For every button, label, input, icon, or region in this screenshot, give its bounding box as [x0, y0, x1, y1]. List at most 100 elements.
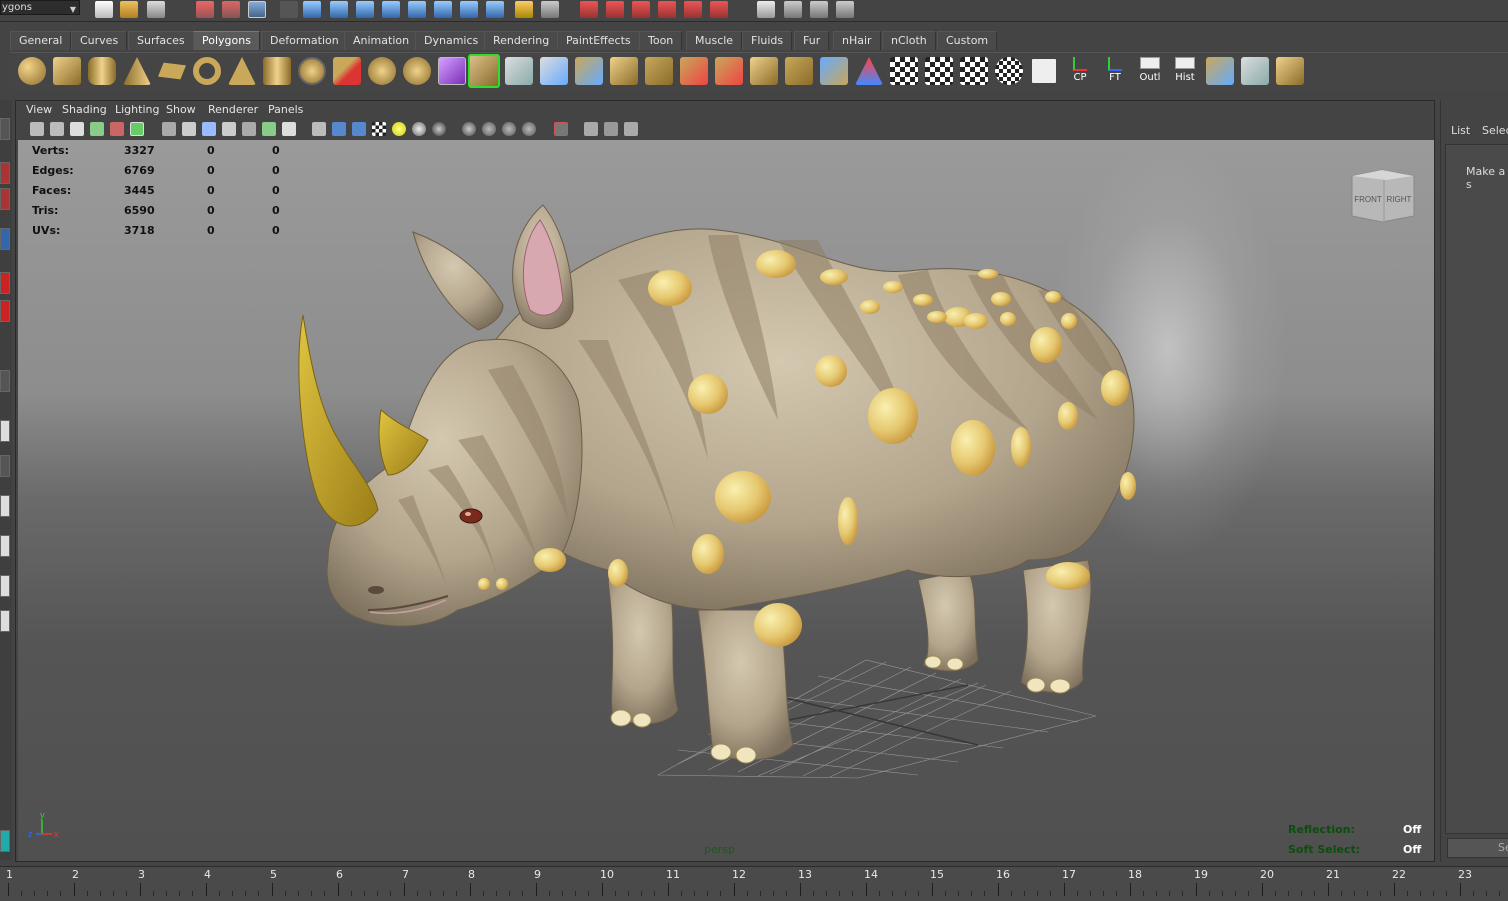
render-current-icon[interactable] — [784, 1, 802, 18]
ipr-render-icon[interactable] — [810, 1, 828, 18]
menu-panels[interactable]: Panels — [268, 103, 303, 116]
menu-lighting[interactable]: Lighting — [115, 103, 159, 116]
snap-uv-icon[interactable] — [1276, 57, 1304, 85]
help-question-icon[interactable] — [486, 1, 504, 18]
select-component-icon[interactable] — [248, 1, 266, 18]
poly-cube-icon[interactable] — [53, 57, 81, 85]
uv-texture-editor-icon[interactable] — [1030, 57, 1058, 85]
poly-cone-icon[interactable] — [123, 57, 151, 85]
planar-mapping-icon[interactable] — [890, 57, 918, 85]
snap-curve-icon[interactable] — [606, 1, 624, 18]
grease-pencil-icon[interactable] — [110, 122, 124, 136]
tab-polygons[interactable]: Polygons — [193, 31, 260, 50]
bookmark-icon[interactable] — [70, 122, 84, 136]
magnet-icon[interactable] — [710, 1, 728, 18]
poly-plane-icon[interactable] — [158, 62, 186, 80]
bevel-icon[interactable] — [750, 57, 778, 85]
isolate-select-icon[interactable] — [554, 122, 568, 136]
transfer-attributes-icon[interactable] — [1206, 57, 1234, 85]
extrude-icon[interactable] — [468, 54, 500, 88]
poly-pyramid-icon[interactable] — [228, 57, 256, 85]
resolution-gate-icon[interactable] — [202, 122, 216, 136]
poly-soccer-ball-icon[interactable] — [298, 57, 326, 85]
menu-list[interactable]: List — [1451, 124, 1470, 137]
pick-dynamics-icon[interactable] — [434, 1, 452, 18]
viewport-persp[interactable]: Verts: 3327 0 0 Edges: 6769 0 0 Faces: 3… — [18, 140, 1434, 861]
insert-edge-loop-icon[interactable] — [610, 57, 638, 85]
freeze-transform-button[interactable]: FT — [1100, 57, 1130, 85]
paint-select-icon[interactable] — [0, 188, 10, 210]
rhino-model[interactable] — [18, 140, 1434, 861]
bridge-icon[interactable] — [505, 57, 533, 85]
tab-animation[interactable]: Animation — [344, 31, 419, 50]
poly-torus-icon[interactable] — [193, 57, 221, 85]
layout-graph-icon[interactable] — [0, 535, 10, 557]
image-plane-icon[interactable] — [90, 122, 104, 136]
snap-view-plane-icon[interactable] — [658, 1, 676, 18]
menu-view[interactable]: View — [26, 103, 52, 116]
shadows-icon[interactable] — [412, 122, 426, 136]
highlight-selection-icon[interactable] — [541, 1, 559, 18]
menu-renderer[interactable]: Renderer — [208, 103, 258, 116]
tab-custom[interactable]: Custom — [937, 31, 998, 50]
cylindrical-mapping-icon[interactable] — [925, 57, 953, 85]
split-polygon-icon[interactable] — [575, 57, 603, 85]
layout-single-icon[interactable] — [0, 420, 10, 442]
tab-fluids[interactable]: Fluids — [742, 31, 793, 50]
append-polygon-icon[interactable] — [540, 57, 568, 85]
tab-dynamics[interactable]: Dynamics — [415, 31, 488, 50]
share-icon[interactable] — [624, 122, 638, 136]
layout-persp-graph-icon[interactable] — [0, 610, 10, 632]
offset-edge-loop-icon[interactable] — [645, 57, 673, 85]
select-camera-icon[interactable] — [30, 122, 44, 136]
tab-fur[interactable]: Fur — [794, 31, 830, 50]
render-settings-icon[interactable] — [836, 1, 854, 18]
tab-surfaces[interactable]: Surfaces — [128, 31, 194, 50]
automatic-mapping-icon[interactable] — [995, 57, 1023, 85]
rotate-tool-icon[interactable] — [0, 272, 10, 294]
merge-vertices-icon[interactable] — [680, 57, 708, 85]
x-ray-joints-icon[interactable] — [482, 122, 496, 136]
snap-point-icon[interactable] — [632, 1, 650, 18]
open-scene-icon[interactable] — [120, 1, 138, 18]
tab-nhair[interactable]: nHair — [833, 31, 881, 50]
move-tool-icon[interactable] — [0, 228, 10, 250]
tab-deformation[interactable]: Deformation — [261, 31, 348, 50]
last-tool-icon[interactable] — [0, 370, 10, 392]
tab-painteffects[interactable]: PaintEffects — [557, 31, 640, 50]
select-hierarchy-icon[interactable] — [196, 1, 214, 18]
wireframe-icon[interactable] — [312, 122, 326, 136]
tab-curves[interactable]: Curves — [71, 31, 128, 50]
duplicate-face-icon[interactable] — [785, 57, 813, 85]
history-button[interactable]: Hist — [1170, 57, 1200, 85]
x-ray-icon[interactable] — [462, 122, 476, 136]
select-tool-icon[interactable] — [0, 118, 10, 140]
select-object-icon[interactable] — [222, 1, 240, 18]
lock-selection-icon[interactable] — [515, 1, 533, 18]
smooth-icon[interactable] — [403, 57, 431, 85]
menu-show[interactable]: Show — [166, 103, 196, 116]
tab-ncloth[interactable]: nCloth — [882, 31, 936, 50]
safe-title-icon[interactable] — [282, 122, 296, 136]
pick-render-icon[interactable] — [460, 1, 478, 18]
pick-curve-icon[interactable] — [356, 1, 374, 18]
bounding-box-icon[interactable] — [604, 122, 618, 136]
gate-mask-icon[interactable] — [222, 122, 236, 136]
extract-icon[interactable] — [820, 57, 848, 85]
two-d-pan-zoom-icon[interactable] — [130, 122, 144, 136]
wireframe-cube-icon[interactable] — [584, 122, 598, 136]
menu-shading[interactable]: Shading — [62, 103, 107, 116]
field-chart-icon[interactable] — [242, 122, 256, 136]
layout-hypershade-icon[interactable] — [0, 575, 10, 597]
save-scene-icon[interactable] — [147, 1, 165, 18]
menu-select[interactable]: Selec — [1482, 124, 1508, 137]
time-slider[interactable]: 1 2 3 4 5 6 7 8 9 10 11 12 13 14 15 16 17 18 19 20 21 22 23 — [0, 866, 1508, 901]
merge-edge-icon[interactable] — [715, 57, 743, 85]
menu-set-dropdown[interactable]: ygons ▼ — [0, 0, 80, 15]
safe-action-icon[interactable] — [262, 122, 276, 136]
render-view-icon[interactable] — [757, 1, 775, 18]
poly-pipe-icon[interactable] — [263, 57, 291, 85]
scale-tool-icon[interactable] — [0, 300, 10, 322]
camera-attributes-icon[interactable] — [50, 122, 64, 136]
separate-icon[interactable] — [368, 57, 396, 85]
